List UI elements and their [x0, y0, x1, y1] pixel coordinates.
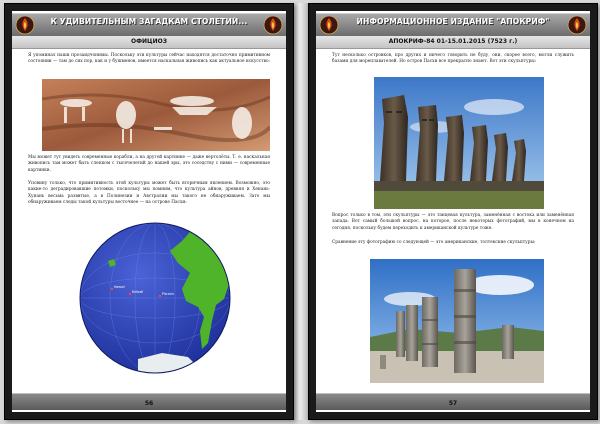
toltec-statues-photo [370, 259, 544, 383]
right-section-label: АПОКРИФ-84 01-15.01.2015 (7523 г.) [316, 36, 590, 49]
right-header-bar: ИНФОРМАЦИОННОЕ ИЗДАНИЕ "АПОКРИФ" [316, 13, 590, 37]
flame-emblem-icon [15, 15, 35, 35]
svg-text:Kiribati: Kiribati [132, 290, 143, 294]
left-bottom-text: Уповину только, что примитивность этой к… [28, 181, 270, 206]
right-page-content: ИНФОРМАЦИОННОЕ ИЗДАНИЕ "АПОКРИФ" АПОКРИФ… [316, 11, 590, 412]
flame-emblem-icon [263, 15, 283, 35]
right-header-title: ИНФОРМАЦИОННОЕ ИЗДАНИЕ "АПОКРИФ" [356, 17, 550, 26]
left-intro-text: Я упоминал наши прозаидчонимы. Поскольку… [28, 53, 270, 65]
left-header-bar: К УДИВИТЕЛЬНЫМ ЗАГАДКАМ СТОЛЕТИЙ... [12, 13, 286, 37]
right-page: ИНФОРМАЦИОННОЕ ИЗДАНИЕ "АПОКРИФ" АПОКРИФ… [308, 3, 598, 420]
right-footer-bar: 57 [316, 393, 590, 410]
flame-emblem-icon [567, 15, 587, 35]
globe-map-image: Hawaii Kiribati Pitcairn [78, 221, 232, 375]
left-page: К УДИВИТЕЛЬНЫМ ЗАГАДКАМ СТОЛЕТИЙ... ОФИЦ… [4, 3, 294, 420]
left-page-content: К УДИВИТЕЛЬНЫМ ЗАГАДКАМ СТОЛЕТИЙ... ОФИЦ… [12, 11, 286, 412]
book-spine [292, 3, 308, 420]
svg-text:Hawaii: Hawaii [114, 285, 125, 289]
rock-art-photo [42, 79, 270, 151]
left-page-number: 56 [144, 400, 154, 407]
right-intro-text: Тут несколько островков, про других и ни… [332, 53, 574, 65]
flame-emblem-icon [319, 15, 339, 35]
left-section-label: ОФИЦИОЗ [12, 36, 286, 49]
right-bottom-text: Сравнение эту фотографию со следующей — … [332, 240, 536, 245]
svg-text:Pitcairn: Pitcairn [162, 292, 174, 296]
right-page-number: 57 [448, 400, 458, 407]
right-middle-text: Вопрос только в том, эти скульптуры — эт… [332, 213, 574, 231]
left-footer-bar: 56 [12, 393, 286, 410]
left-middle-text: Мы может тут увидеть современные корабли… [28, 155, 270, 173]
moai-statues-photo [374, 77, 544, 209]
left-header-title: К УДИВИТЕЛЬНЫМ ЗАГАДКАМ СТОЛЕТИЙ... [50, 17, 248, 26]
